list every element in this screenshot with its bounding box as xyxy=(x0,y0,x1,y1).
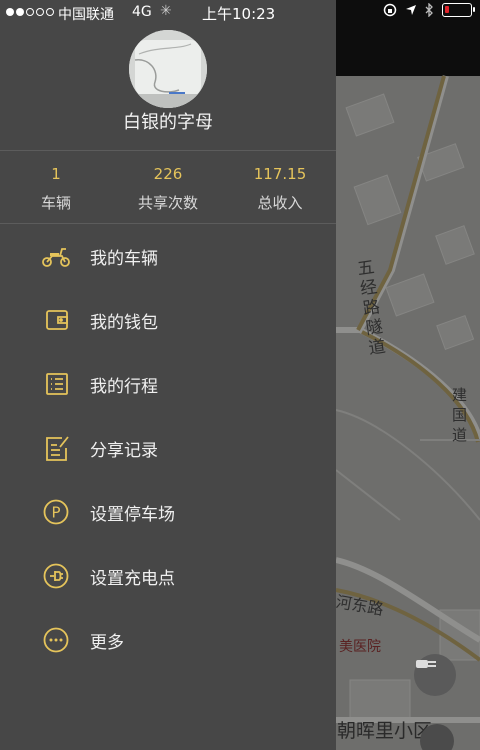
stat-value: 117.15 xyxy=(253,165,307,183)
scooter-icon xyxy=(42,248,70,267)
menu-item-label: 我的钱包 xyxy=(90,313,158,333)
menu-item-set-charging-point[interactable]: 设置充电点 xyxy=(0,544,336,608)
location-arrow-icon xyxy=(406,5,416,15)
stat-value: 226 xyxy=(153,165,183,183)
menu-item-my-vehicles[interactable]: 我的车辆 xyxy=(0,224,336,288)
svg-text:P: P xyxy=(51,504,60,522)
divider xyxy=(0,150,336,151)
charging-station-button[interactable] xyxy=(414,654,456,696)
more-icon xyxy=(43,627,69,653)
menu-item-label: 设置充电点 xyxy=(90,569,175,589)
side-drawer: 白银的字母 1 车辆 226 共享次数 117.15 总收入 我的车辆 我的钱包… xyxy=(0,0,336,750)
avatar-image xyxy=(129,30,207,108)
menu-item-more[interactable]: 更多 xyxy=(0,608,336,672)
rotation-lock-icon xyxy=(383,3,397,17)
note-edit-icon xyxy=(46,436,69,461)
battery-icon xyxy=(442,3,475,17)
status-icons xyxy=(383,3,475,17)
map-label-area: 朝晖里小区 xyxy=(337,720,433,742)
stats-row: 1 车辆 226 共享次数 117.15 总收入 xyxy=(0,152,336,222)
stat-share-count[interactable]: 226 共享次数 xyxy=(113,152,223,213)
signal-strength-icon xyxy=(6,8,54,16)
map-label-road: 建国道 xyxy=(452,386,468,444)
stat-total-income[interactable]: 117.15 总收入 xyxy=(225,152,335,213)
bluetooth-icon xyxy=(425,3,433,17)
menu-item-label: 我的行程 xyxy=(90,377,158,397)
locate-button[interactable] xyxy=(420,724,454,750)
status-time: 上午10:23 xyxy=(202,5,276,23)
menu-item-share-records[interactable]: 分享记录 xyxy=(0,416,336,480)
wallet-icon xyxy=(46,310,68,330)
menu-item-set-parking[interactable]: P 设置停车场 xyxy=(0,480,336,544)
stat-label: 总收入 xyxy=(257,194,303,212)
menu-item-label: 我的车辆 xyxy=(90,249,158,269)
stat-vehicles[interactable]: 1 车辆 xyxy=(1,152,111,213)
charging-plug-icon xyxy=(43,563,69,589)
avatar[interactable] xyxy=(129,30,207,108)
stat-label: 共享次数 xyxy=(137,194,198,212)
map-label-poi: 美医院 xyxy=(339,639,381,655)
activity-spinner-icon: ✳ xyxy=(160,3,172,19)
menu-item-my-wallet[interactable]: 我的钱包 xyxy=(0,288,336,352)
menu-item-label: 设置停车场 xyxy=(90,505,175,525)
network-type: 4G xyxy=(132,4,152,20)
battery-level xyxy=(445,6,449,13)
plug-icon xyxy=(416,660,436,668)
stat-value: 1 xyxy=(51,165,61,183)
username: 白银的字母 xyxy=(123,112,213,133)
menu-item-label: 分享记录 xyxy=(90,441,158,461)
status-bar: 中国联通 4G ✳ 上午10:23 xyxy=(0,0,480,26)
list-icon xyxy=(46,373,68,395)
carrier-name: 中国联通 xyxy=(58,7,114,23)
parking-icon: P xyxy=(43,499,69,525)
menu-item-label: 更多 xyxy=(90,633,124,653)
menu-item-my-trips[interactable]: 我的行程 xyxy=(0,352,336,416)
stat-label: 车辆 xyxy=(40,194,71,212)
